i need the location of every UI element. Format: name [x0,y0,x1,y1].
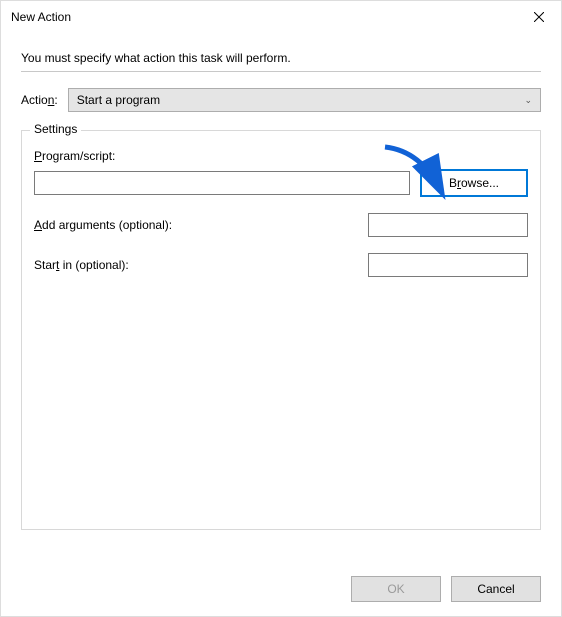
button-bar: OK Cancel [351,576,541,602]
divider [21,71,541,72]
instruction-text: You must specify what action this task w… [21,51,541,65]
startin-label: Start in (optional): [34,258,129,272]
close-button[interactable] [516,2,561,32]
dialog-title: New Action [11,10,71,24]
cancel-button[interactable]: Cancel [451,576,541,602]
close-icon [534,9,544,25]
title-bar: New Action [1,1,561,33]
action-dropdown[interactable]: Start a program ⌄ [68,88,541,112]
dialog-content: You must specify what action this task w… [1,33,561,530]
arguments-label: Add arguments (optional): [34,218,172,232]
chevron-down-icon: ⌄ [524,95,532,106]
settings-fieldset: Settings Program/script: Browse... Add a… [21,130,541,530]
action-row: Action: Start a program ⌄ [21,88,541,112]
program-label: Program/script: [34,149,528,163]
arguments-input[interactable] [368,213,528,237]
ok-button[interactable]: OK [351,576,441,602]
settings-legend: Settings [30,122,81,136]
action-dropdown-value: Start a program [77,93,160,107]
browse-button[interactable]: Browse... [420,169,528,197]
action-label: Action: [21,93,58,107]
program-input[interactable] [34,171,410,195]
startin-input[interactable] [368,253,528,277]
